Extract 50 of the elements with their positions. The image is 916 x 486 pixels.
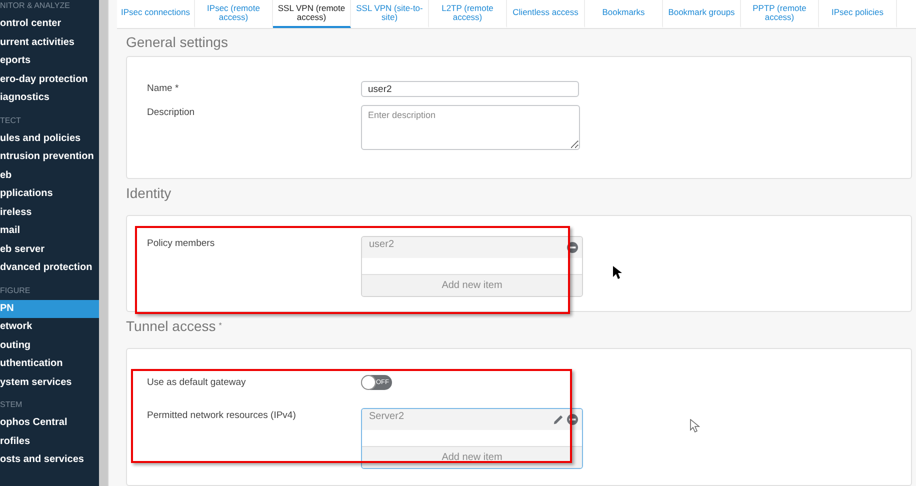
- sidebar-item[interactable]: urrent activities: [0, 34, 99, 52]
- sidebar-section-header: NITOR & ANALYZE: [0, 0, 71, 12]
- sidebar-section-header: FIGURE: [0, 284, 32, 296]
- sidebar-item[interactable]: pplications: [0, 185, 99, 204]
- sidebar-item[interactable]: ontrol center: [0, 15, 99, 34]
- sidebar-item[interactable]: iagnostics: [0, 89, 99, 108]
- sidebar-item[interactable]: mail: [0, 222, 99, 240]
- field-label: Use as default gateway: [146, 376, 247, 388]
- sidebar-item[interactable]: uthentication: [0, 355, 99, 374]
- sidebar-item[interactable]: rofiles: [0, 432, 99, 451]
- mouse-pointer-icon: [613, 266, 622, 280]
- field-label: Policy members: [146, 236, 216, 249]
- tab[interactable]: SSL VPN (remote access): [273, 0, 351, 28]
- tab[interactable]: Bookmark groups: [663, 0, 741, 28]
- sidebar-item[interactable]: outing: [0, 336, 99, 355]
- section-title: Identity: [126, 184, 172, 201]
- field-label: Description: [146, 106, 196, 118]
- sidebar-item[interactable]: etwork: [0, 318, 99, 336]
- sidebar-item[interactable]: eports: [0, 52, 99, 70]
- tab[interactable]: Clientless access: [507, 0, 585, 28]
- tab[interactable]: L2TP (remote access): [429, 0, 507, 28]
- sidebar-section-header: TECT: [0, 114, 22, 126]
- remove-icon[interactable]: [567, 414, 578, 424]
- tab[interactable]: IPsec connections: [117, 0, 195, 28]
- sidebar-item[interactable]: eb server: [0, 240, 99, 259]
- tab[interactable]: SSL VPN (site-to-site): [351, 0, 429, 28]
- mouse-pointer-icon: [690, 419, 700, 434]
- field-label: Permitted network resources (IPv4): [146, 408, 297, 420]
- tab[interactable]: Bookmarks: [585, 0, 663, 28]
- sidebar-item[interactable]: ntrusion prevention: [0, 148, 99, 166]
- tab[interactable]: PPTP (remote access): [741, 0, 819, 28]
- tab[interactable]: IPsec policies: [819, 0, 897, 28]
- tab[interactable]: IPsec (remote access): [195, 0, 273, 28]
- sidebar-item[interactable]: ules and policies: [0, 130, 99, 148]
- field-label: Name *: [146, 82, 180, 94]
- sidebar-section-header: STEM: [0, 399, 24, 411]
- sidebar-item[interactable]: ystem services: [0, 374, 99, 392]
- remove-icon[interactable]: [567, 242, 578, 253]
- sidebar-item[interactable]: ireless: [0, 204, 99, 222]
- sidebar-item[interactable]: osts and services: [0, 451, 99, 470]
- sidebar-item[interactable]: dvanced protection: [0, 259, 99, 278]
- sidebar-item[interactable]: ero-day protection: [0, 70, 99, 89]
- description-textarea[interactable]: Enter description: [361, 105, 580, 150]
- required-mark: *: [218, 321, 222, 330]
- pencil-icon[interactable]: [553, 414, 564, 424]
- sidebar-item[interactable]: ophos Central: [0, 414, 99, 432]
- section-title: General settings: [126, 34, 228, 50]
- sidebar-item[interactable]: eb: [0, 166, 99, 185]
- name-input[interactable]: user2: [361, 81, 579, 98]
- section-title: Tunnel access: [126, 318, 216, 334]
